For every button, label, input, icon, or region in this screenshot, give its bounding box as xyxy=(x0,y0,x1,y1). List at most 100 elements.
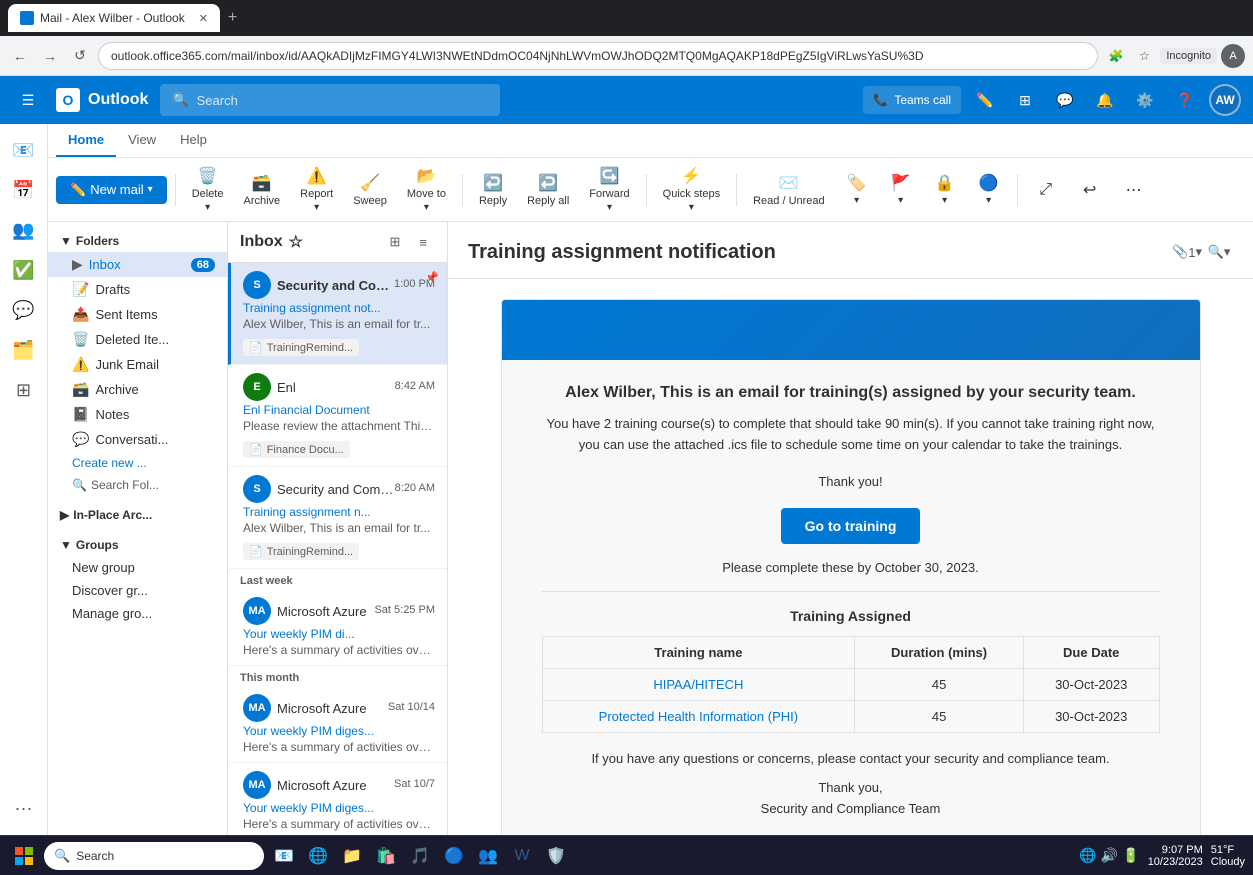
archive-button[interactable]: 🗃️ Archive xyxy=(235,169,288,211)
list-item[interactable]: E Enl 8:42 AM Enl Financial Document Ple… xyxy=(228,365,447,467)
go-to-training-button[interactable]: Go to training xyxy=(781,508,921,544)
tab-view[interactable]: View xyxy=(116,124,168,157)
training-link-2[interactable]: Protected Health Information (PHI) xyxy=(599,709,798,724)
delete-button[interactable]: 🗑️ Delete ▾ xyxy=(184,162,232,217)
left-nav-mail-icon[interactable]: 📧 xyxy=(6,132,42,168)
group-manage[interactable]: Manage gro... xyxy=(48,602,227,625)
taskbar-explorer-icon[interactable]: 📁 xyxy=(336,840,368,872)
profile-avatar[interactable]: A xyxy=(1221,44,1245,68)
left-nav-apps-icon[interactable]: ⊞ xyxy=(6,372,42,408)
left-nav-chat-icon[interactable]: 💬 xyxy=(6,292,42,328)
taskbar-mail-icon[interactable]: 📧 xyxy=(268,840,300,872)
move-to-dropdown-icon[interactable]: ▾ xyxy=(424,202,429,213)
search-folders[interactable]: 🔍 Search Fol... xyxy=(48,474,227,496)
list-item[interactable]: MA Microsoft Azure Sat 5:25 PM Your week… xyxy=(228,589,447,666)
new-tab-icon[interactable]: + xyxy=(228,9,237,27)
taskbar-volume-icon[interactable]: 🔊 xyxy=(1101,847,1118,864)
left-nav-calendar-icon[interactable]: 📅 xyxy=(6,172,42,208)
inbox-star-icon[interactable]: ☆ xyxy=(289,232,303,252)
user-avatar[interactable]: AW xyxy=(1209,84,1241,116)
taskbar-word-icon[interactable]: W xyxy=(506,840,538,872)
folder-inbox[interactable]: ▶ Inbox 68 xyxy=(48,252,227,277)
taskbar-store-icon[interactable]: 🛍️ xyxy=(370,840,402,872)
settings-expand-icon[interactable]: ⊞ xyxy=(1009,84,1041,116)
new-mail-dropdown-icon[interactable]: ▾ xyxy=(148,184,153,195)
url-bar[interactable] xyxy=(98,42,1098,70)
taskbar-weather[interactable]: 51°F Cloudy xyxy=(1211,844,1245,868)
quick-steps-button[interactable]: ⚡ Quick steps ▾ xyxy=(655,162,728,217)
left-nav-people-icon[interactable]: 👥 xyxy=(6,212,42,248)
teams-call-button[interactable]: 📞 Teams call xyxy=(863,86,961,114)
bell-icon[interactable]: 🔔 xyxy=(1089,84,1121,116)
folder-conversation[interactable]: 💬 Conversati... xyxy=(48,427,227,452)
undo-button[interactable]: ↩ xyxy=(1070,176,1110,204)
report-dropdown-icon[interactable]: ▾ xyxy=(314,202,319,213)
folder-drafts[interactable]: 📝 Drafts xyxy=(48,277,227,302)
close-tab-icon[interactable]: ✕ xyxy=(199,12,208,25)
flag-button[interactable]: 🚩 ▾ xyxy=(881,169,921,210)
attachment-count-button[interactable]: 📎 1 ▾ xyxy=(1173,238,1201,266)
report-button[interactable]: ⚠️ Report ▾ xyxy=(292,162,341,217)
left-nav-tasks-icon[interactable]: ✅ xyxy=(6,252,42,288)
folder-sent[interactable]: 📤 Sent Items xyxy=(48,302,227,327)
tab-help[interactable]: Help xyxy=(168,124,219,157)
folders-section-header[interactable]: ▼ Folders xyxy=(48,230,227,252)
list-item[interactable]: MA Microsoft Azure Sat 10/14 Your weekly… xyxy=(228,686,447,763)
back-button[interactable]: ← xyxy=(8,44,32,68)
forward-dropdown-icon[interactable]: ▾ xyxy=(607,202,612,213)
help-icon[interactable]: ❓ xyxy=(1169,84,1201,116)
read-unread-button[interactable]: ✉️ Read / Unread xyxy=(745,169,833,211)
tag-button[interactable]: 🏷️ ▾ xyxy=(837,169,877,210)
popout-button[interactable]: ⤢ xyxy=(1026,177,1066,203)
bookmark-icon[interactable]: ☆ xyxy=(1132,44,1156,68)
folder-junk[interactable]: ⚠️ Junk Email xyxy=(48,352,227,377)
new-mail-button[interactable]: ✏️ New mail ▾ xyxy=(56,176,167,204)
quick-steps-dropdown-icon[interactable]: ▾ xyxy=(689,202,694,213)
list-item[interactable]: MA Microsoft Azure Sat 10/7 Your weekly … xyxy=(228,763,447,835)
sensitivity-dropdown-icon[interactable]: ▾ xyxy=(942,195,947,206)
taskbar-spotify-icon[interactable]: 🎵 xyxy=(404,840,436,872)
left-nav-more-icon[interactable]: ⋯ xyxy=(6,791,42,827)
taskbar-clock[interactable]: 9:07 PM 10/23/2023 xyxy=(1148,844,1203,868)
tab-home[interactable]: Home xyxy=(56,124,116,157)
taskbar-network-icon[interactable]: 🌐 xyxy=(1079,847,1096,864)
zoom-button[interactable]: 🔍 ▾ xyxy=(1205,238,1233,266)
taskbar-teams-icon[interactable]: 👥 xyxy=(472,840,504,872)
categories-dropdown-icon[interactable]: ▾ xyxy=(986,195,991,206)
hamburger-menu-icon[interactable]: ☰ xyxy=(12,84,44,116)
taskbar-edge-icon[interactable]: 🌐 xyxy=(302,840,334,872)
taskbar-battery-icon[interactable]: 🔋 xyxy=(1122,847,1139,864)
reply-all-button[interactable]: ↩️ Reply all xyxy=(519,169,577,211)
refresh-button[interactable]: ↺ xyxy=(68,44,92,68)
group-discover[interactable]: Discover gr... xyxy=(48,579,227,602)
in-place-archive-header[interactable]: ▶ In-Place Arc... xyxy=(48,504,227,526)
sweep-button[interactable]: 🧹 Sweep xyxy=(345,169,395,211)
list-item[interactable]: S Security and Compliance T... 8:20 AM T… xyxy=(228,467,447,569)
search-input[interactable] xyxy=(197,93,489,108)
create-new-folder[interactable]: Create new ... xyxy=(48,452,227,474)
training-link-1[interactable]: HIPAA/HITECH xyxy=(653,677,743,692)
sensitivity-button[interactable]: 🔒 ▾ xyxy=(925,169,965,210)
forward-button[interactable]: → xyxy=(38,44,62,68)
browser-tab[interactable]: Mail - Alex Wilber - Outlook ✕ xyxy=(8,4,220,32)
sort-icon[interactable]: ≡ xyxy=(411,230,435,254)
start-button[interactable] xyxy=(8,840,40,872)
folder-notes[interactable]: 📓 Notes xyxy=(48,402,227,427)
search-box[interactable]: 🔍 xyxy=(160,84,500,116)
folder-archive[interactable]: 🗃️ Archive xyxy=(48,377,227,402)
settings-icon[interactable]: ⚙️ xyxy=(1129,84,1161,116)
taskbar-search-box[interactable]: 🔍 Search xyxy=(44,842,264,870)
tag-dropdown-icon[interactable]: ▾ xyxy=(854,195,859,206)
compose-icon[interactable]: ✏️ xyxy=(969,84,1001,116)
group-new[interactable]: New group xyxy=(48,556,227,579)
reply-button[interactable]: ↩️ Reply xyxy=(471,169,515,211)
groups-section-header[interactable]: ▼ Groups xyxy=(48,534,227,556)
taskbar-chrome-icon[interactable]: 🔵 xyxy=(438,840,470,872)
filter-icon[interactable]: ⊞ xyxy=(383,230,407,254)
feedback-icon[interactable]: 💬 xyxy=(1049,84,1081,116)
list-item[interactable]: S Security and Compliance Te... 1:00 PM … xyxy=(228,263,447,365)
folder-deleted[interactable]: 🗑️ Deleted Ite... xyxy=(48,327,227,352)
more-ribbon-button[interactable]: ⋯ xyxy=(1114,176,1154,204)
flag-dropdown-icon[interactable]: ▾ xyxy=(898,195,903,206)
categories-button[interactable]: 🔵 ▾ xyxy=(969,169,1009,210)
